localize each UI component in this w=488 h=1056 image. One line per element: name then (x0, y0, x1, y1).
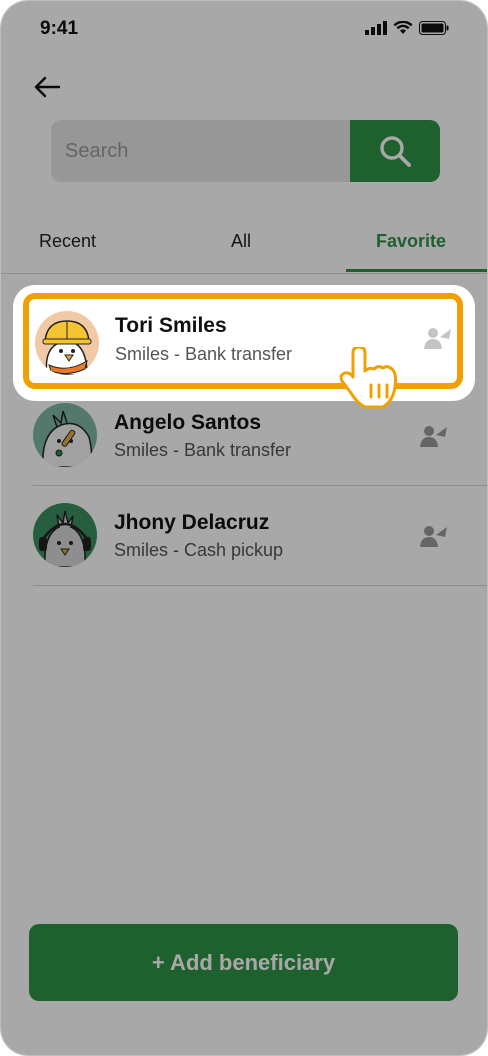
highlight-card: Tori Smiles Smiles - Bank transfer (13, 285, 475, 401)
user-icon[interactable] (423, 325, 453, 351)
beneficiary-name: Tori Smiles (115, 314, 227, 337)
avatar (35, 311, 99, 375)
dim-overlay (1, 1, 487, 1055)
phone-frame: 9:41 Recent All Favorite (0, 0, 488, 1056)
beneficiary-detail: Smiles - Bank transfer (115, 344, 293, 364)
pointing-hand-icon (339, 347, 398, 409)
bird-hardhat-icon (35, 311, 99, 375)
